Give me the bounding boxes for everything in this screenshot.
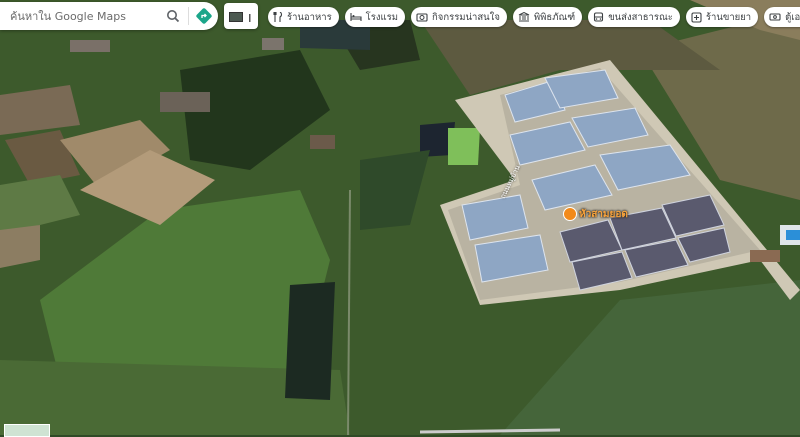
fork-knife-icon (273, 12, 283, 22)
chip-things-to-do[interactable]: กิจกรรมน่าสนใจ (411, 7, 507, 27)
chip-pharmacies[interactable]: ร้านขายยา (685, 7, 759, 27)
bed-icon (350, 13, 362, 21)
chip-hotels[interactable]: โรงแรม (344, 7, 406, 27)
chip-label: โรงแรม (365, 11, 399, 23)
search-divider (188, 7, 189, 25)
place-pin-icon[interactable] (563, 207, 577, 221)
search-box (0, 2, 218, 30)
chip-museums[interactable]: พิพิธภัณฑ์ (512, 7, 583, 27)
place-label[interactable]: หัวสามยอด (579, 207, 628, 222)
chip-label: พิพิธภัณฑ์ (533, 11, 576, 23)
chevron-down-icon (247, 7, 253, 26)
layers-icon (229, 7, 243, 26)
atm-icon (769, 13, 781, 21)
chip-label: ตู้เอทีเอ็ม (785, 11, 800, 23)
chip-label: ร้านอาหาร (287, 11, 332, 23)
layer-thumbnail[interactable] (4, 424, 50, 437)
chip-restaurants[interactable]: ร้านอาหาร (268, 7, 339, 27)
chip-label: ร้านขายยา (705, 11, 752, 23)
camera-icon (416, 13, 428, 22)
directions-icon[interactable] (193, 5, 215, 27)
chip-label: กิจกรรมน่าสนใจ (432, 11, 500, 23)
bus-icon (594, 11, 604, 22)
chip-atms[interactable]: ตู้เอทีเอ็ม (764, 7, 800, 27)
pharmacy-icon (691, 11, 702, 23)
museum-icon (518, 12, 530, 22)
layers-button[interactable] (224, 3, 258, 29)
chip-transit[interactable]: ขนส่งสาธารณะ (588, 7, 680, 27)
search-icon[interactable] (162, 5, 184, 27)
chip-label: ขนส่งสาธารณะ (608, 11, 673, 23)
category-chips: ร้านอาหาร โรงแรม กิจกรรมน่าสนใจ พิพิธภัณ… (268, 7, 800, 27)
satellite-map[interactable] (0, 0, 800, 435)
search-input[interactable] (8, 8, 162, 24)
